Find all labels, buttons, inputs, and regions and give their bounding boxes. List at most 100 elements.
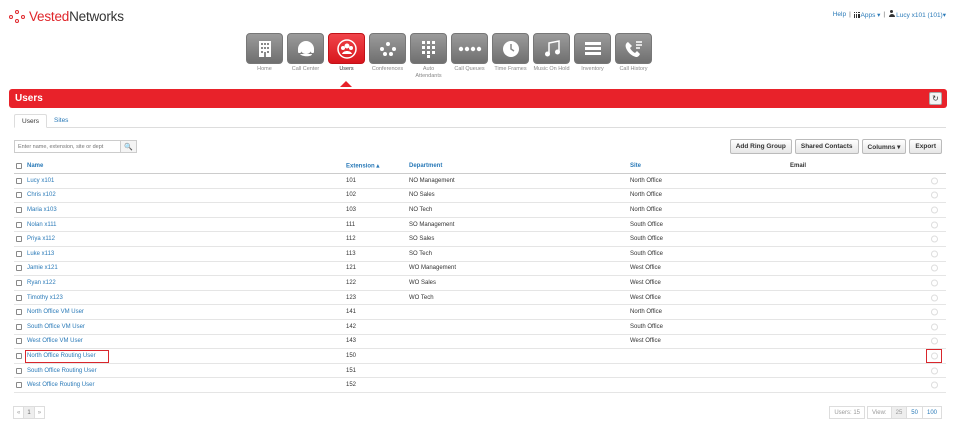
row-checkbox[interactable] xyxy=(16,279,22,286)
extension-cell: 143 xyxy=(346,338,357,345)
row-action-icon[interactable] xyxy=(931,279,938,287)
row-action-icon[interactable] xyxy=(931,323,938,331)
row-action-icon[interactable] xyxy=(931,221,938,229)
extension-cell: 103 xyxy=(346,206,357,213)
extension-cell: 102 xyxy=(346,192,357,199)
user-name-link[interactable]: Jamie x121 xyxy=(27,265,58,271)
table-row: South Office VM User 142 South Office xyxy=(14,320,946,335)
view-50-button[interactable]: 50 xyxy=(906,406,923,419)
nav-call-center[interactable]: Call Center xyxy=(287,33,324,79)
user-name-link[interactable]: South Office VM User xyxy=(27,324,85,330)
row-action-icon[interactable] xyxy=(931,381,938,389)
row-checkbox[interactable] xyxy=(16,221,22,228)
next-page-button[interactable]: » xyxy=(33,406,46,419)
nav-music-on-hold[interactable]: Music On Hold xyxy=(533,33,570,79)
nav-users[interactable]: Users xyxy=(328,33,365,87)
row-checkbox[interactable] xyxy=(16,352,22,359)
nav-auto-attendants[interactable]: Auto Attendants xyxy=(410,33,447,79)
row-checkbox[interactable] xyxy=(16,323,22,330)
row-checkbox[interactable] xyxy=(16,338,22,345)
pagination: « 1 » xyxy=(13,406,46,419)
row-action-icon[interactable] xyxy=(931,235,938,243)
extension-cell: 150 xyxy=(346,352,357,359)
brand-name-first: Vested xyxy=(29,9,70,24)
select-all-checkbox[interactable] xyxy=(16,163,22,169)
nav-call-history[interactable]: Call History xyxy=(615,33,652,79)
apps-caret-icon: ▾ xyxy=(877,11,881,19)
user-name-link[interactable]: Timothy x123 xyxy=(27,295,63,301)
user-name-link[interactable]: South Office Routing User xyxy=(27,368,97,374)
refresh-button[interactable]: ↻ xyxy=(929,92,942,105)
user-name-link[interactable]: West Office Routing User xyxy=(27,382,94,388)
table-row: North Office VM User 141 North Office xyxy=(14,305,946,320)
row-action-icon[interactable] xyxy=(931,250,938,258)
user-name-link[interactable]: Lucy x101 xyxy=(27,178,54,184)
row-checkbox[interactable] xyxy=(16,206,22,213)
view-25-button[interactable]: 25 xyxy=(890,406,908,419)
shared-contacts-button[interactable]: Shared Contacts xyxy=(794,139,859,154)
search-button[interactable]: 🔍 xyxy=(121,140,137,153)
row-checkbox[interactable] xyxy=(16,192,22,199)
row-checkbox[interactable] xyxy=(16,294,22,301)
apps-menu[interactable]: Apps ▾ xyxy=(853,11,881,19)
table-row: Jamie x121 121 WO Management West Office xyxy=(14,262,946,277)
nav-inventory[interactable]: Inventory xyxy=(574,33,611,79)
nav-home[interactable]: Home xyxy=(246,33,283,79)
row-checkbox[interactable] xyxy=(16,382,22,389)
row-checkbox[interactable] xyxy=(16,367,22,374)
row-action-icon[interactable] xyxy=(931,264,938,272)
table-row: North Office Routing User 150 xyxy=(14,349,946,364)
row-checkbox[interactable] xyxy=(16,265,22,272)
table-row: Lucy x101 101 NO Management North Office xyxy=(14,174,946,189)
user-name-link[interactable]: West Office VM User xyxy=(27,338,83,344)
search-icon: 🔍 xyxy=(124,143,133,151)
row-action-icon[interactable] xyxy=(931,337,938,345)
columns-dropdown[interactable]: Columns ▾ xyxy=(861,139,907,154)
header-site[interactable]: Site xyxy=(630,163,641,169)
tab-users[interactable]: Users xyxy=(14,114,47,128)
view-label: View: xyxy=(867,406,892,419)
user-name-link[interactable]: Nolan x111 xyxy=(27,222,56,228)
help-link[interactable]: Help xyxy=(833,11,846,18)
row-action-icon[interactable] xyxy=(931,294,938,302)
nav-conferences[interactable]: Conferences xyxy=(369,33,406,79)
table-row: Luke x113 113 SO Tech South Office xyxy=(14,247,946,262)
table-row: Chris x102 102 NO Sales North Office xyxy=(14,189,946,204)
nav-call-queues[interactable]: Call Queues xyxy=(451,33,488,79)
user-name-link[interactable]: Maria x103 xyxy=(27,207,57,213)
header-department[interactable]: Department xyxy=(409,163,442,169)
row-checkbox[interactable] xyxy=(16,236,22,243)
building-icon xyxy=(246,33,283,64)
nav-time-frames[interactable]: Time Frames xyxy=(492,33,529,79)
row-action-icon[interactable] xyxy=(931,308,938,316)
row-checkbox[interactable] xyxy=(16,177,22,184)
keypad-icon xyxy=(410,33,447,64)
user-name-link[interactable]: Luke x113 xyxy=(27,251,54,257)
user-name-link[interactable]: Ryan x122 xyxy=(27,280,56,286)
header-name[interactable]: Name xyxy=(27,163,43,169)
search-input[interactable] xyxy=(14,140,121,153)
extension-cell: 101 xyxy=(346,177,357,184)
row-checkbox[interactable] xyxy=(16,250,22,257)
toolbar: Add Ring Group Shared Contacts Columns ▾… xyxy=(729,139,942,154)
user-name-link[interactable]: North Office VM User xyxy=(27,309,84,315)
row-action-icon[interactable] xyxy=(931,191,938,199)
view-100-button[interactable]: 100 xyxy=(921,406,942,419)
user-name-link[interactable]: Chris x102 xyxy=(27,192,56,198)
site-cell: North Office xyxy=(630,309,662,316)
users-icon xyxy=(328,33,365,64)
row-action-icon[interactable] xyxy=(931,177,938,185)
user-name-link[interactable]: Priya x112 xyxy=(27,236,55,242)
brand-logo[interactable]: VestedNetworks xyxy=(9,9,124,24)
extension-cell: 141 xyxy=(346,309,357,316)
export-button[interactable]: Export xyxy=(909,139,942,154)
row-action-icon[interactable] xyxy=(931,206,938,214)
header-extension[interactable]: Extension ▴ xyxy=(346,163,379,170)
tab-sites[interactable]: Sites xyxy=(47,114,75,128)
row-checkbox[interactable] xyxy=(16,309,22,316)
separator: | xyxy=(883,11,886,18)
user-menu[interactable]: Lucy x101 (101)▾ xyxy=(888,10,946,19)
nav-label: Call History xyxy=(619,66,648,72)
row-action-icon[interactable] xyxy=(931,367,938,375)
add-ring-group-button[interactable]: Add Ring Group xyxy=(729,139,792,154)
